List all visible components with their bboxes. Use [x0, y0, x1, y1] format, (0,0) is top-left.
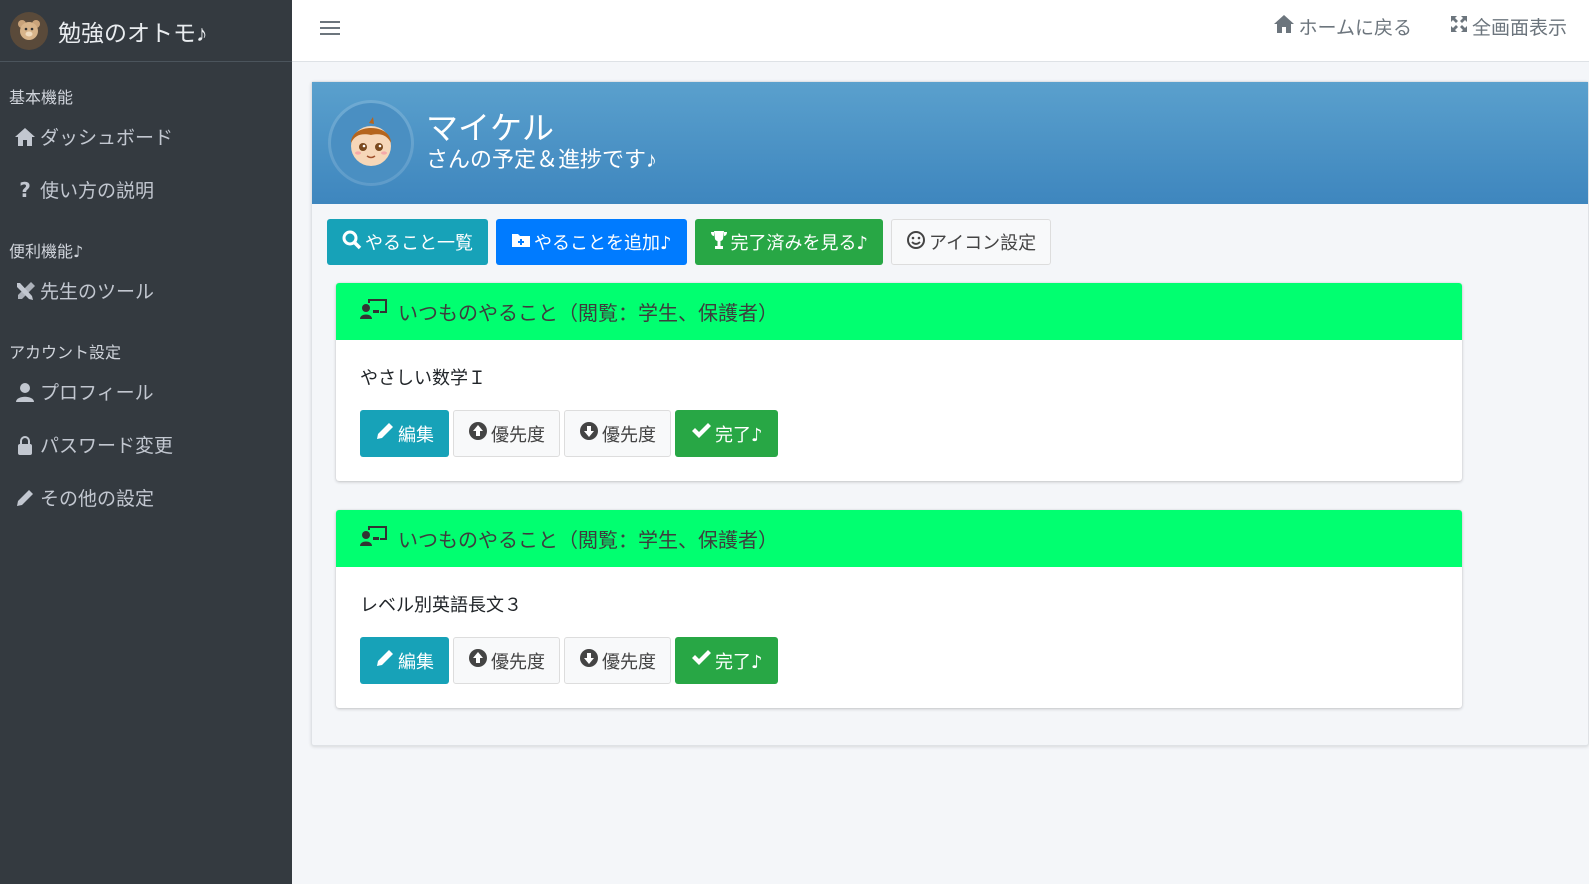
- complete-label: 完了♪: [715, 424, 763, 446]
- task-body: やさしい数学Ｉ 編集 優先度 優先度 完了♪: [336, 340, 1462, 481]
- task-title: レベル別英語長文３: [360, 595, 522, 616]
- home-link[interactable]: ホームに戻る: [1273, 13, 1412, 40]
- search-icon: [342, 230, 362, 255]
- edit-button[interactable]: 編集: [360, 637, 449, 684]
- arrow-down-circle-icon: [579, 648, 599, 673]
- complete-button[interactable]: 完了♪: [675, 637, 778, 684]
- bear-logo-icon: [10, 11, 48, 50]
- task-actions: 編集 優先度 優先度 完了♪: [360, 410, 1438, 457]
- priority-up-button[interactable]: 優先度: [453, 637, 560, 684]
- task-actions: 編集 優先度 優先度 完了♪: [360, 637, 1438, 684]
- sidebar: 勉強のオトモ♪ 基本機能 ダッシュボード ? 使い方の説明 便利機能♪ 先生のツ…: [0, 0, 292, 884]
- home-link-label: ホームに戻る: [1298, 17, 1412, 39]
- sidebar-item-dashboard[interactable]: ダッシュボード: [0, 110, 292, 163]
- edit-label: 編集: [398, 424, 434, 446]
- task-header: いつものやること（閲覧：学生、保護者）: [336, 283, 1462, 340]
- pencil-icon: [375, 648, 395, 673]
- task-title: やさしい数学Ｉ: [360, 368, 486, 389]
- priority-up-label: 優先度: [491, 424, 545, 446]
- complete-button[interactable]: 完了♪: [675, 410, 778, 457]
- sidebar-item-teacher-tools[interactable]: 先生のツール: [0, 264, 292, 317]
- home-icon: [12, 126, 38, 148]
- priority-up-label: 優先度: [491, 651, 545, 673]
- fullscreen-link-label: 全画面表示: [1471, 17, 1567, 39]
- view-completed-label: 完了済みを見る♪: [730, 233, 869, 254]
- pencil-icon: [375, 421, 395, 446]
- edit-button[interactable]: 編集: [360, 410, 449, 457]
- check-icon: [690, 422, 712, 445]
- avatar: [331, 103, 411, 183]
- pencil-icon: [12, 487, 38, 509]
- nav-header-convenience: 便利機能♪: [9, 242, 84, 261]
- profile-text: マイケル さんの予定＆進捗です♪: [426, 110, 657, 176]
- user-subtitle: さんの予定＆進捗です♪: [426, 148, 658, 173]
- action-buttons: やること一覧 やることを追加♪ 完了済みを見る♪ アイコン設定: [312, 204, 1588, 265]
- arrow-up-circle-icon: [468, 648, 488, 673]
- sidebar-item-label: 使い方の説明: [40, 180, 155, 202]
- user-icon: [12, 381, 38, 403]
- tools-icon: [12, 280, 38, 302]
- icon-settings-label: アイコン設定: [929, 233, 1037, 254]
- sidebar-item-howto[interactable]: ? 使い方の説明: [0, 163, 292, 216]
- sidebar-item-label: プロフィール: [40, 382, 154, 404]
- expand-icon: [1450, 15, 1468, 38]
- icon-settings-button[interactable]: アイコン設定: [891, 219, 1052, 265]
- check-icon: [690, 649, 712, 672]
- add-task-label: やることを追加♪: [534, 233, 672, 254]
- trophy-icon: [710, 230, 728, 255]
- hamburger-menu-icon[interactable]: [320, 17, 340, 37]
- priority-down-label: 優先度: [602, 424, 656, 446]
- navbar-links: ホームに戻る 全画面表示: [1273, 13, 1567, 40]
- edit-label: 編集: [398, 651, 434, 673]
- priority-down-button[interactable]: 優先度: [564, 637, 671, 684]
- arrow-up-circle-icon: [468, 421, 488, 446]
- task-card: いつものやること（閲覧：学生、保護者） レベル別英語長文３ 編集 優先度 優先度: [336, 510, 1462, 708]
- app-title: 勉強のオトモ♪: [58, 20, 208, 47]
- fullscreen-link[interactable]: 全画面表示: [1450, 13, 1567, 40]
- task-header-label: いつものやること（閲覧：学生、保護者）: [398, 528, 778, 552]
- sidebar-item-password[interactable]: パスワード変更: [0, 418, 292, 471]
- user-name: マイケル: [426, 109, 555, 147]
- sidebar-item-label: その他の設定: [40, 488, 155, 510]
- folder-plus-icon: [511, 231, 531, 254]
- priority-down-button[interactable]: 優先度: [564, 410, 671, 457]
- task-header: いつものやること（閲覧：学生、保護者）: [336, 510, 1462, 567]
- task-body: レベル別英語長文３ 編集 優先度 優先度 完了♪: [336, 567, 1462, 708]
- teacher-board-icon: [360, 525, 398, 552]
- nav-header-account: アカウント設定: [9, 343, 122, 362]
- nav-header-basic: 基本機能: [9, 88, 74, 107]
- home-icon: [1273, 14, 1295, 39]
- sidebar-item-profile[interactable]: プロフィール: [0, 365, 292, 418]
- brand[interactable]: 勉強のオトモ♪: [0, 0, 292, 62]
- sidebar-item-other-settings[interactable]: その他の設定: [0, 471, 292, 524]
- lock-icon: [12, 434, 38, 456]
- task-card: いつものやること（閲覧：学生、保護者） やさしい数学Ｉ 編集 優先度 優先度 完…: [336, 283, 1462, 481]
- profile-header: マイケル さんの予定＆進捗です♪: [312, 82, 1588, 204]
- smile-icon: [906, 230, 926, 255]
- arrow-down-circle-icon: [579, 421, 599, 446]
- priority-up-button[interactable]: 優先度: [453, 410, 560, 457]
- top-navbar: ホームに戻る 全画面表示: [292, 0, 1589, 62]
- sidebar-item-label: パスワード変更: [40, 435, 174, 457]
- task-header-label: いつものやること（閲覧：学生、保護者）: [398, 301, 778, 325]
- view-completed-button[interactable]: 完了済みを見る♪: [694, 219, 883, 265]
- sidebar-item-label: 先生のツール: [40, 281, 155, 303]
- task-list-button[interactable]: やること一覧: [327, 219, 488, 265]
- teacher-board-icon: [360, 298, 398, 325]
- add-task-button[interactable]: やることを追加♪: [496, 219, 687, 265]
- task-list-label: やること一覧: [365, 233, 473, 254]
- sidebar-item-label: ダッシュボード: [40, 127, 174, 149]
- main-card: マイケル さんの予定＆進捗です♪ やること一覧 やることを追加♪ 完了済みを見る…: [311, 81, 1589, 746]
- question-icon: ?: [19, 177, 31, 202]
- complete-label: 完了♪: [715, 651, 763, 673]
- priority-down-label: 優先度: [602, 651, 656, 673]
